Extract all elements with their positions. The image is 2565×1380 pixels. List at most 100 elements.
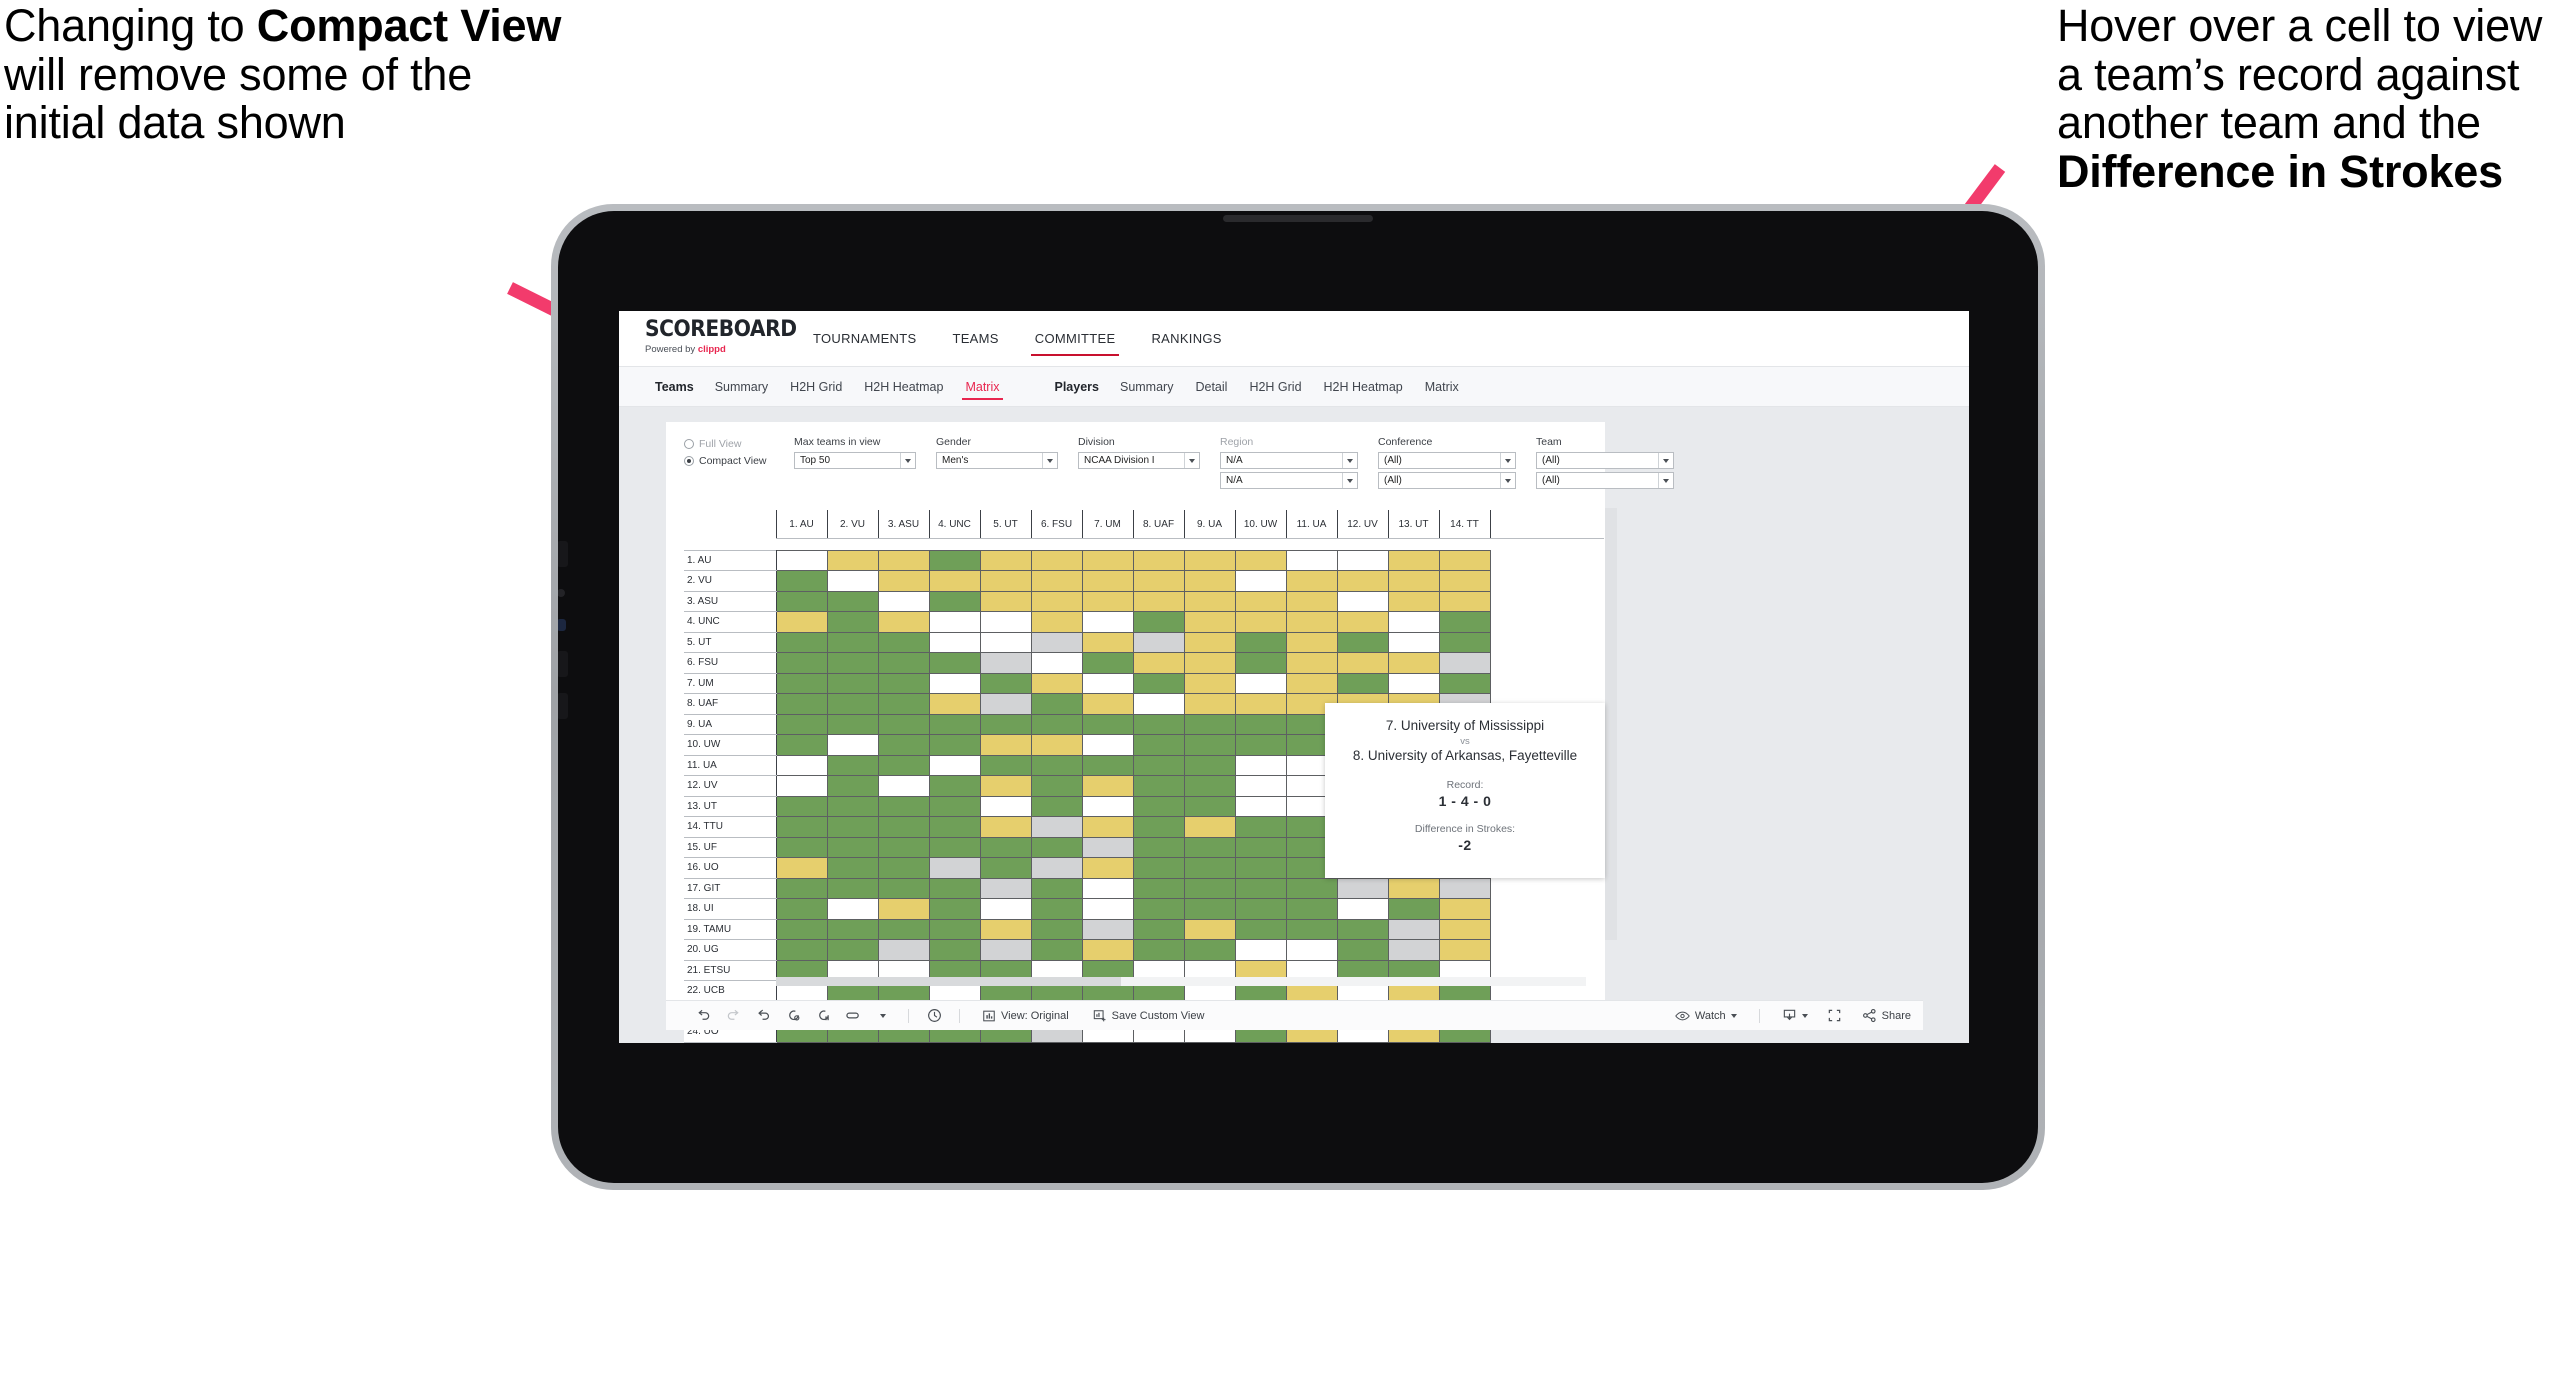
matrix-cell[interactable]: [1336, 611, 1389, 633]
matrix-cell[interactable]: [1081, 611, 1134, 633]
matrix-cell[interactable]: [775, 570, 828, 592]
matrix-row-label[interactable]: 15. UF: [684, 836, 777, 858]
horizontal-scrollbar[interactable]: [776, 977, 1586, 986]
matrix-cell[interactable]: [877, 734, 930, 756]
pause-auto-update-icon[interactable]: [919, 1001, 949, 1031]
matrix-cell[interactable]: [877, 795, 930, 817]
matrix-col-header[interactable]: 1. AU: [775, 510, 828, 539]
matrix-cell[interactable]: [1285, 549, 1338, 571]
matrix-cell[interactable]: [1132, 775, 1185, 797]
matrix-cell[interactable]: [775, 693, 828, 715]
matrix-cell[interactable]: [1030, 795, 1083, 817]
matrix-cell[interactable]: [1438, 939, 1491, 961]
matrix-cell[interactable]: [877, 549, 930, 571]
watch-button[interactable]: Watch: [1663, 1009, 1749, 1023]
matrix-cell[interactable]: [1387, 898, 1440, 920]
matrix-cell[interactable]: [1234, 795, 1287, 817]
matrix-cell[interactable]: [1132, 857, 1185, 879]
matrix-cell[interactable]: [1234, 939, 1287, 961]
matrix-row-label[interactable]: 8. UAF: [684, 693, 777, 715]
matrix-cell[interactable]: [1438, 570, 1491, 592]
matrix-cell[interactable]: [1387, 590, 1440, 612]
matrix-cell[interactable]: [877, 877, 930, 899]
matrix-cell[interactable]: [928, 631, 981, 653]
matrix-cell[interactable]: [877, 570, 930, 592]
matrix-cell[interactable]: [775, 713, 828, 735]
matrix-cell[interactable]: [1132, 877, 1185, 899]
matrix-cell[interactable]: [877, 631, 930, 653]
matrix-cell[interactable]: [1132, 570, 1185, 592]
redo-icon[interactable]: [718, 1001, 748, 1031]
matrix-cell[interactable]: [1030, 693, 1083, 715]
view-original-button[interactable]: View: Original: [970, 1009, 1081, 1023]
matrix-cell[interactable]: [1438, 549, 1491, 571]
matrix-cell[interactable]: [1081, 754, 1134, 776]
matrix-cell[interactable]: [826, 857, 879, 879]
matrix-cell[interactable]: [826, 734, 879, 756]
matrix-cell[interactable]: [1285, 1041, 1338, 1043]
matrix-cell[interactable]: [1183, 549, 1236, 571]
matrix-cell[interactable]: [979, 939, 1032, 961]
matrix-row-label[interactable]: 10. UW: [684, 734, 777, 756]
matrix-cell[interactable]: [928, 898, 981, 920]
matrix-row-label[interactable]: 16. UO: [684, 857, 777, 879]
matrix-cell[interactable]: [1081, 570, 1134, 592]
matrix-cell[interactable]: [1183, 795, 1236, 817]
matrix-cell[interactable]: [826, 713, 879, 735]
matrix-cell[interactable]: [877, 590, 930, 612]
matrix-cell[interactable]: [1081, 939, 1134, 961]
nav-teams[interactable]: TEAMS: [934, 311, 1016, 366]
matrix-cell[interactable]: [775, 877, 828, 899]
matrix-cell[interactable]: [928, 918, 981, 940]
matrix-cell[interactable]: [775, 816, 828, 838]
matrix-cell[interactable]: [1030, 672, 1083, 694]
matrix-cell[interactable]: [1183, 918, 1236, 940]
matrix-cell[interactable]: [1387, 549, 1440, 571]
matrix-cell[interactable]: [1234, 1041, 1287, 1043]
matrix-cell[interactable]: [775, 631, 828, 653]
matrix-cell[interactable]: [1387, 939, 1440, 961]
matrix-cell[interactable]: [1081, 734, 1134, 756]
matrix-cell[interactable]: [1285, 918, 1338, 940]
matrix-cell[interactable]: [1030, 939, 1083, 961]
matrix-cell[interactable]: [1132, 754, 1185, 776]
matrix-cell[interactable]: [1132, 693, 1185, 715]
matrix-col-header[interactable]: 4. UNC: [928, 510, 981, 539]
filter-team-select-2[interactable]: (All): [1536, 472, 1674, 489]
filter-conference-select-2[interactable]: (All): [1378, 472, 1516, 489]
matrix-cell[interactable]: [1183, 672, 1236, 694]
save-custom-view-button[interactable]: Save Custom View: [1081, 1009, 1217, 1023]
matrix-cell[interactable]: [1081, 1041, 1134, 1043]
matrix-cell[interactable]: [1234, 693, 1287, 715]
matrix-cell[interactable]: [1234, 857, 1287, 879]
matrix-cell[interactable]: [1438, 611, 1491, 633]
matrix-cell[interactable]: [1234, 549, 1287, 571]
matrix-cell[interactable]: [1387, 672, 1440, 694]
matrix-cell[interactable]: [1387, 570, 1440, 592]
matrix-cell[interactable]: [979, 918, 1032, 940]
matrix-cell[interactable]: [1336, 1041, 1389, 1043]
matrix-cell[interactable]: [979, 631, 1032, 653]
matrix-cell[interactable]: [877, 611, 930, 633]
filter-team-select-1[interactable]: (All): [1536, 452, 1674, 469]
refresh-icon[interactable]: [778, 1001, 808, 1031]
pill-dropdown-caret[interactable]: [868, 1001, 898, 1031]
matrix-col-header[interactable]: 6. FSU: [1030, 510, 1083, 539]
filter-region-select-1[interactable]: N/A: [1220, 452, 1358, 469]
matrix-col-header[interactable]: 3. ASU: [877, 510, 930, 539]
matrix-cell[interactable]: [1285, 898, 1338, 920]
radio-full-view[interactable]: Full View: [684, 438, 770, 450]
matrix-col-header[interactable]: 7. UM: [1081, 510, 1134, 539]
matrix-cell[interactable]: [1030, 918, 1083, 940]
matrix-cell[interactable]: [1183, 857, 1236, 879]
matrix-cell[interactable]: [928, 549, 981, 571]
volume-up-button[interactable]: [558, 541, 568, 567]
matrix-cell[interactable]: [1132, 795, 1185, 817]
matrix-cell[interactable]: [1183, 754, 1236, 776]
matrix-cell[interactable]: [775, 549, 828, 571]
matrix-col-header[interactable]: 10. UW: [1234, 510, 1287, 539]
vertical-scrollbar[interactable]: [1605, 508, 1617, 940]
matrix-cell[interactable]: [1183, 611, 1236, 633]
matrix-cell[interactable]: [979, 754, 1032, 776]
matrix-cell[interactable]: [979, 590, 1032, 612]
